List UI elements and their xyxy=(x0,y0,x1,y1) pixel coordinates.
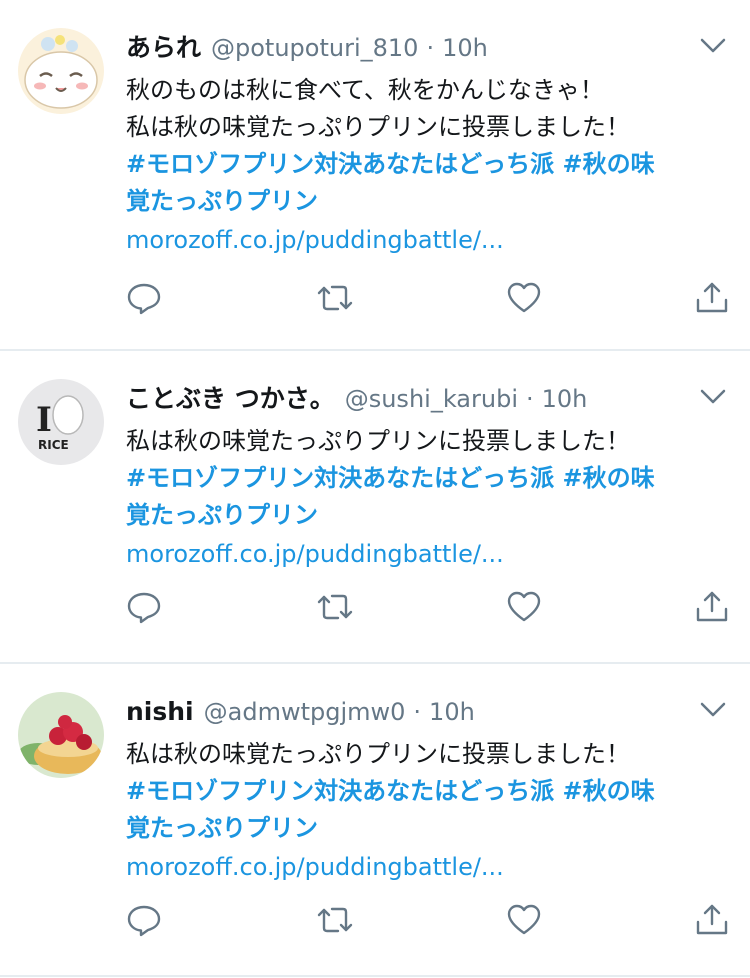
separator: · xyxy=(525,385,534,413)
avatar[interactable]: I RICE xyxy=(18,379,104,465)
separator: · xyxy=(413,698,422,726)
retweet-icon[interactable] xyxy=(316,589,353,625)
chevron-down-icon[interactable] xyxy=(700,702,726,722)
timestamp[interactable]: 10h xyxy=(542,385,588,413)
separator: · xyxy=(426,34,435,62)
avatar[interactable] xyxy=(18,28,104,114)
tweet-actions xyxy=(126,280,732,320)
tweet[interactable]: nishi @admwtpgjmw0 · 10h 私は秋の味覚たっぷりプリンに投票しま… xyxy=(0,664,750,977)
tweet-text: 秋のものは秋に食べて、秋をかんじなきゃ！ 私は秋の味覚たっぷりプリンに投票しまし… xyxy=(126,72,732,259)
tweet[interactable]: I RICE ことぶき つかさ。 @sushi_karubi · 10h 私は秋の味覚… xyxy=(0,351,750,664)
share-icon[interactable] xyxy=(694,280,730,316)
url-link[interactable]: morozoff.co.jp/puddingbattle/... xyxy=(126,849,732,886)
tweet-header: nishi @admwtpgjmw0 · 10h xyxy=(126,696,475,728)
hashtag-link[interactable]: 覚たっぷりプリン xyxy=(126,497,732,534)
like-icon[interactable] xyxy=(506,589,542,625)
username[interactable]: @potupoturi_810 xyxy=(211,34,418,62)
username[interactable]: @admwtpgjmw0 xyxy=(204,698,406,726)
url-link[interactable]: morozoff.co.jp/puddingbattle/... xyxy=(126,222,732,259)
tweet[interactable]: あられ @potupoturi_810 · 10h 秋のものは秋に食べて、秋をかんじな… xyxy=(0,0,750,351)
share-icon[interactable] xyxy=(694,902,730,938)
share-icon[interactable] xyxy=(694,589,730,625)
hashtag-link[interactable]: #モロゾフプリン対決あなたはどっち派 #秋の味 xyxy=(126,146,732,183)
tweet-actions xyxy=(126,902,732,942)
hashtag-link[interactable]: 覚たっぷりプリン xyxy=(126,183,732,220)
timestamp[interactable]: 10h xyxy=(429,698,475,726)
tweet-actions xyxy=(126,589,732,629)
timestamp[interactable]: 10h xyxy=(442,34,488,62)
reply-icon[interactable] xyxy=(126,280,162,316)
display-name[interactable]: nishi xyxy=(126,697,194,726)
like-icon[interactable] xyxy=(506,280,542,316)
avatar[interactable] xyxy=(18,692,104,778)
tweet-text-line: 私は秋の味覚たっぷりプリンに投票しました！ xyxy=(126,113,630,141)
display-name[interactable]: あられ xyxy=(126,33,201,62)
tweet-text-line: 私は秋の味覚たっぷりプリンに投票しました！ xyxy=(126,427,630,455)
hashtag-link[interactable]: #モロゾフプリン対決あなたはどっち派 #秋の味 xyxy=(126,773,732,810)
reply-icon[interactable] xyxy=(126,902,162,938)
reply-icon[interactable] xyxy=(126,589,162,625)
tweet-text: 私は秋の味覚たっぷりプリンに投票しました！ #モロゾフプリン対決あなたはどっち派… xyxy=(126,423,732,573)
chevron-down-icon[interactable] xyxy=(700,389,726,409)
hashtag-link[interactable]: #モロゾフプリン対決あなたはどっち派 #秋の味 xyxy=(126,460,732,497)
tweet-header: あられ @potupoturi_810 · 10h xyxy=(126,32,488,64)
tweet-text-line: 私は秋の味覚たっぷりプリンに投票しました！ xyxy=(126,740,630,768)
hashtag-link[interactable]: 覚たっぷりプリン xyxy=(126,810,732,847)
tweet-text: 私は秋の味覚たっぷりプリンに投票しました！ #モロゾフプリン対決あなたはどっち派… xyxy=(126,736,732,886)
retweet-icon[interactable] xyxy=(316,280,353,316)
retweet-icon[interactable] xyxy=(316,902,353,938)
svg-text:I: I xyxy=(36,400,52,440)
username[interactable]: @sushi_karubi xyxy=(345,385,518,413)
display-name[interactable]: ことぶき つかさ。 xyxy=(126,384,335,413)
avatar-label: RICE xyxy=(38,438,69,452)
tweet-header: ことぶき つかさ。 @sushi_karubi · 10h xyxy=(126,383,587,415)
url-link[interactable]: morozoff.co.jp/puddingbattle/... xyxy=(126,536,732,573)
like-icon[interactable] xyxy=(506,902,542,938)
chevron-down-icon[interactable] xyxy=(700,38,726,58)
tweet-text-line: 秋のものは秋に食べて、秋をかんじなきゃ！ xyxy=(126,76,604,104)
